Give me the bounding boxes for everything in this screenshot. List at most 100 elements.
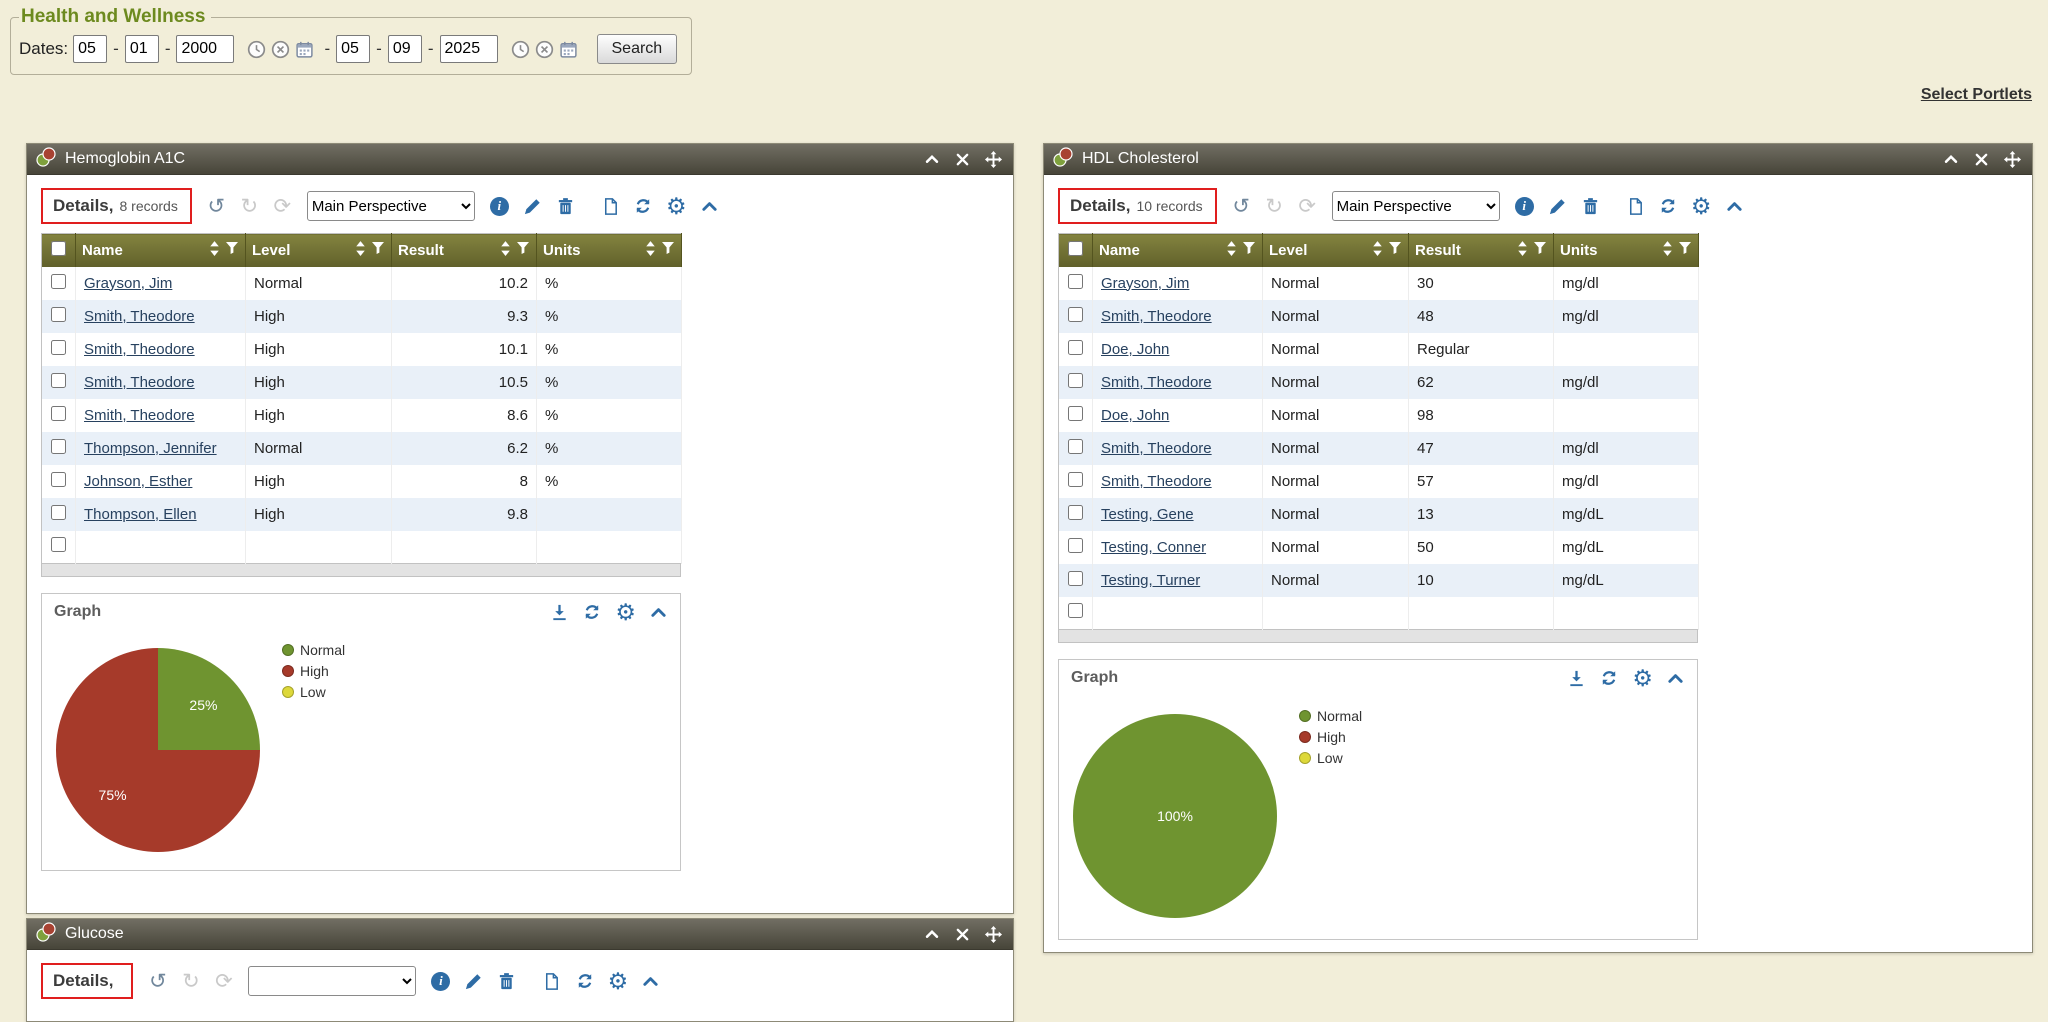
collapse-section-icon[interactable] (638, 969, 663, 994)
download-icon[interactable] (550, 603, 569, 622)
filter-funnel-icon[interactable] (1388, 241, 1402, 259)
row-checkbox[interactable] (1068, 439, 1083, 454)
patient-name-link[interactable]: Smith, Theodore (1101, 374, 1212, 391)
row-checkbox[interactable] (51, 274, 66, 289)
filter-funnel-icon[interactable] (225, 241, 239, 259)
patient-name-link[interactable]: Thompson, Ellen (84, 506, 197, 523)
column-header-result[interactable]: Result (392, 234, 537, 267)
column-header-units[interactable]: Units (537, 234, 682, 267)
sort-icon[interactable] (1662, 240, 1673, 261)
delete-icon[interactable] (494, 969, 519, 994)
collapse-section-icon[interactable] (1722, 194, 1747, 219)
new-document-icon[interactable] (539, 969, 564, 994)
patient-name-link[interactable]: Smith, Theodore (84, 374, 195, 391)
settings-gear-icon[interactable]: ⚙ (1632, 667, 1653, 690)
select-all-checkbox[interactable] (51, 241, 66, 256)
delete-icon[interactable] (1578, 194, 1603, 219)
sort-icon[interactable] (209, 240, 220, 261)
patient-name-link[interactable]: Smith, Theodore (84, 407, 195, 424)
row-checkbox[interactable] (51, 406, 66, 421)
settings-gear-icon[interactable]: ⚙ (1689, 194, 1714, 219)
from-year-input[interactable] (176, 35, 234, 63)
close-portlet-icon[interactable] (1973, 151, 1990, 168)
select-portlets-link[interactable]: Select Portlets (1921, 86, 2032, 103)
info-icon[interactable]: i (1512, 194, 1537, 219)
refresh-icon[interactable] (1656, 194, 1681, 219)
row-checkbox[interactable] (1068, 307, 1083, 322)
from-calendar-icon[interactable] (295, 40, 314, 59)
patient-name-link[interactable]: Smith, Theodore (84, 308, 195, 325)
column-header-name[interactable]: Name (76, 234, 246, 267)
row-checkbox[interactable] (51, 373, 66, 388)
to-day-input[interactable] (388, 35, 422, 63)
column-header-name[interactable]: Name (1093, 234, 1263, 267)
from-clear-icon[interactable] (271, 40, 290, 59)
info-icon[interactable]: i (487, 194, 512, 219)
refresh-icon[interactable] (631, 194, 656, 219)
patient-name-link[interactable]: Grayson, Jim (1101, 275, 1189, 292)
sort-icon[interactable] (1517, 240, 1528, 261)
close-portlet-icon[interactable] (954, 926, 971, 943)
from-month-input[interactable] (73, 35, 107, 63)
undo-icon[interactable]: ↺ (204, 194, 229, 219)
patient-name-link[interactable]: Smith, Theodore (84, 341, 195, 358)
sort-icon[interactable] (1226, 240, 1237, 261)
patient-name-link[interactable]: Doe, John (1101, 341, 1169, 358)
patient-name-link[interactable]: Doe, John (1101, 407, 1169, 424)
row-checkbox[interactable] (1068, 373, 1083, 388)
patient-name-link[interactable]: Johnson, Esther (84, 473, 192, 490)
patient-name-link[interactable]: Testing, Turner (1101, 572, 1200, 589)
undo-icon[interactable]: ↺ (145, 969, 170, 994)
row-checkbox[interactable] (51, 537, 66, 552)
row-checkbox[interactable] (1068, 603, 1083, 618)
refresh-icon[interactable] (582, 602, 602, 622)
move-portlet-icon[interactable] (984, 925, 1003, 944)
patient-name-link[interactable]: Testing, Gene (1101, 506, 1194, 523)
row-checkbox[interactable] (51, 340, 66, 355)
to-year-input[interactable] (440, 35, 498, 63)
sort-icon[interactable] (355, 240, 366, 261)
patient-name-link[interactable]: Smith, Theodore (1101, 440, 1212, 457)
sort-icon[interactable] (500, 240, 511, 261)
collapse-section-icon[interactable] (1666, 669, 1685, 688)
row-checkbox[interactable] (51, 505, 66, 520)
row-checkbox[interactable] (51, 472, 66, 487)
filter-funnel-icon[interactable] (1678, 241, 1692, 259)
filter-funnel-icon[interactable] (661, 241, 675, 259)
move-portlet-icon[interactable] (984, 150, 1003, 169)
collapse-portlet-icon[interactable] (923, 925, 941, 943)
settings-gear-icon[interactable]: ⚙ (605, 969, 630, 994)
column-header-result[interactable]: Result (1409, 234, 1554, 267)
row-checkbox[interactable] (1068, 538, 1083, 553)
download-icon[interactable] (1567, 669, 1586, 688)
new-document-icon[interactable] (1623, 194, 1648, 219)
sort-icon[interactable] (1372, 240, 1383, 261)
close-portlet-icon[interactable] (954, 151, 971, 168)
patient-name-link[interactable]: Smith, Theodore (1101, 473, 1212, 490)
collapse-section-icon[interactable] (697, 194, 722, 219)
from-day-input[interactable] (125, 35, 159, 63)
to-clear-icon[interactable] (535, 40, 554, 59)
row-checkbox[interactable] (1068, 340, 1083, 355)
row-checkbox[interactable] (1068, 406, 1083, 421)
sort-icon[interactable] (645, 240, 656, 261)
filter-funnel-icon[interactable] (1533, 241, 1547, 259)
filter-funnel-icon[interactable] (516, 241, 530, 259)
edit-icon[interactable] (520, 194, 545, 219)
refresh-icon[interactable] (1599, 668, 1619, 688)
row-checkbox[interactable] (51, 439, 66, 454)
filter-funnel-icon[interactable] (1242, 241, 1256, 259)
to-month-input[interactable] (336, 35, 370, 63)
settings-gear-icon[interactable]: ⚙ (664, 194, 689, 219)
perspective-select[interactable]: Main Perspective (307, 191, 475, 221)
edit-icon[interactable] (1545, 194, 1570, 219)
move-portlet-icon[interactable] (2003, 150, 2022, 169)
row-checkbox[interactable] (1068, 472, 1083, 487)
undo-icon[interactable]: ↺ (1229, 194, 1254, 219)
row-checkbox[interactable] (1068, 571, 1083, 586)
settings-gear-icon[interactable]: ⚙ (615, 601, 636, 624)
collapse-portlet-icon[interactable] (923, 150, 941, 168)
collapse-section-icon[interactable] (649, 603, 668, 622)
search-button[interactable]: Search (597, 34, 678, 64)
patient-name-link[interactable]: Testing, Conner (1101, 539, 1206, 556)
